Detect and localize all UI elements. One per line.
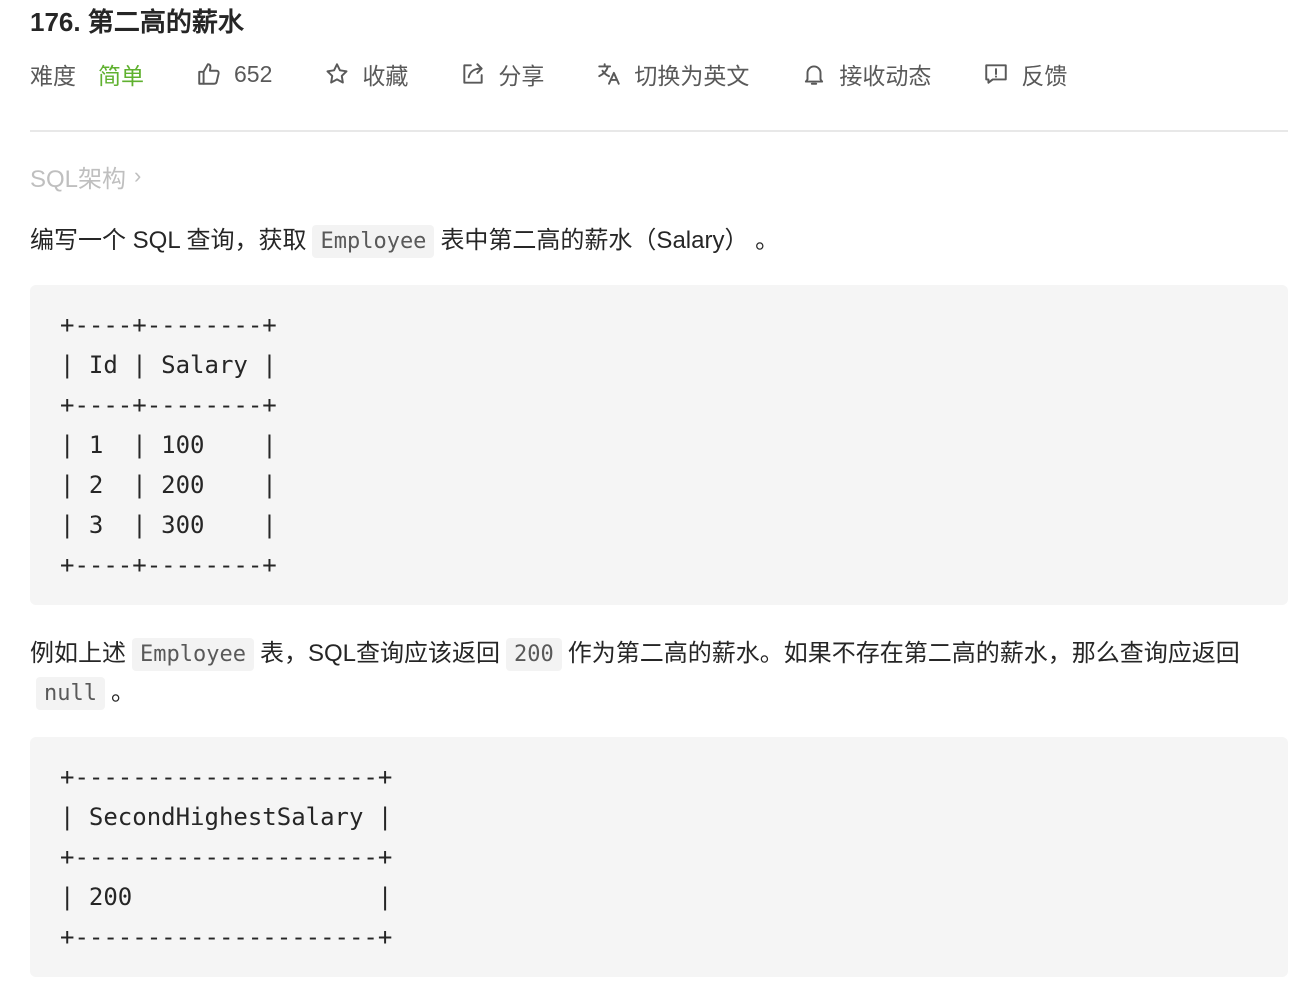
description-text: 例如上述 bbox=[30, 640, 126, 667]
like-count: 652 bbox=[234, 60, 273, 87]
inline-code: Employee bbox=[132, 638, 254, 671]
problem-page: 176. 第二高的薪水 难度 简单 652 收藏 分享 切换为英文 接收动态 反… bbox=[0, 0, 1312, 977]
favorite-label: 收藏 bbox=[362, 63, 409, 89]
subscribe-button[interactable]: 接收动态 bbox=[801, 57, 931, 91]
description-text: 表，SQL查询应该返回 bbox=[259, 640, 500, 667]
description-text: 。 bbox=[110, 679, 135, 706]
share-label: 分享 bbox=[498, 63, 545, 89]
share-button[interactable]: 分享 bbox=[460, 57, 544, 91]
output-table-code-block: +---------------------+ | SecondHighestS… bbox=[30, 737, 1288, 977]
feedback-label: 反馈 bbox=[1021, 63, 1068, 89]
breadcrumb-label[interactable]: SQL架构 bbox=[30, 159, 126, 194]
inline-code: Employee bbox=[312, 225, 435, 258]
problem-toolbar: 难度 简单 652 收藏 分享 切换为英文 接收动态 反馈 bbox=[30, 46, 1288, 102]
translate-button[interactable]: 切换为英文 bbox=[596, 57, 749, 91]
translate-icon bbox=[598, 63, 621, 85]
description-text: 编写一个 SQL 查询，获取 bbox=[30, 227, 307, 254]
thumbs-up-icon bbox=[198, 63, 220, 85]
toolbar-divider bbox=[30, 130, 1288, 132]
feedback-button[interactable]: 反馈 bbox=[983, 57, 1067, 91]
input-table-code-block: +----+--------+ | Id | Salary | +----+--… bbox=[30, 285, 1288, 605]
difficulty-badge: 简单 bbox=[98, 63, 144, 89]
favorite-button[interactable]: 收藏 bbox=[324, 57, 408, 91]
difficulty-label: 难度 bbox=[30, 63, 76, 89]
chevron-right-icon: › bbox=[134, 163, 142, 188]
share-icon bbox=[463, 63, 484, 84]
inline-code: 200 bbox=[506, 638, 562, 671]
problem-title: 176. 第二高的薪水 bbox=[30, 7, 244, 37]
description-text: 表中第二高的薪水（Salary） 。 bbox=[440, 227, 780, 254]
inline-code: null bbox=[36, 677, 105, 710]
bell-icon bbox=[805, 65, 824, 85]
subscribe-label: 接收动态 bbox=[839, 63, 932, 89]
description-text: 作为第二高的薪水。如果不存在第二高的薪水，那么查询应返回 bbox=[567, 640, 1240, 667]
star-icon bbox=[326, 63, 348, 84]
like-button[interactable]: 652 bbox=[196, 61, 272, 88]
feedback-icon bbox=[985, 64, 1008, 84]
description-paragraph-2: 例如上述 Employee 表，SQL查询应该返回 200 作为第二高的薪水。如果不存在… bbox=[30, 635, 1288, 713]
breadcrumb[interactable]: SQL架构 › bbox=[30, 159, 1288, 194]
translate-label: 切换为英文 bbox=[634, 63, 750, 89]
description-paragraph-1: 编写一个 SQL 查询，获取 Employee 表中第二高的薪水（Salary） 。 bbox=[30, 222, 1288, 261]
